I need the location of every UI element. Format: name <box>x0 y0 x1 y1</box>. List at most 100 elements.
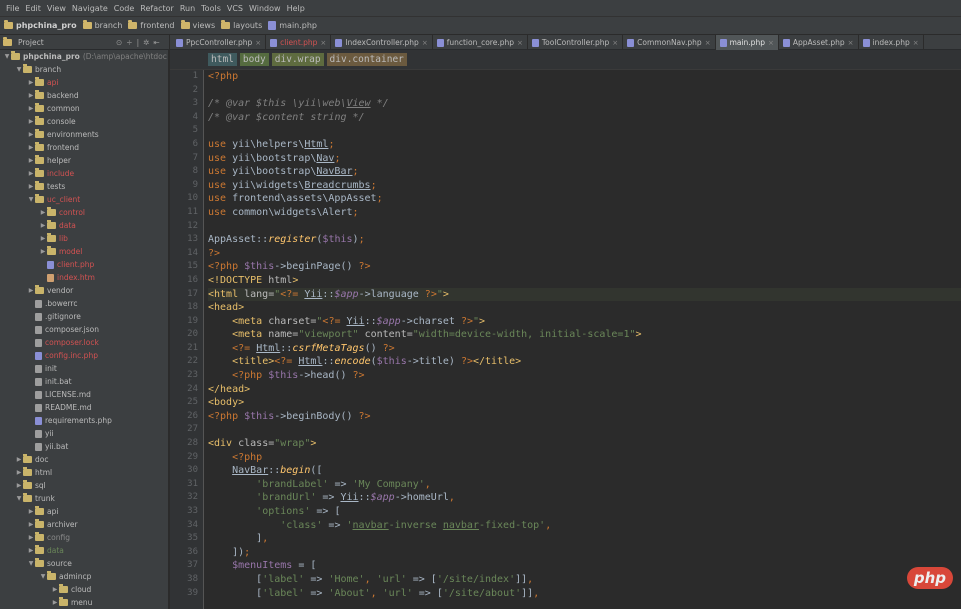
breadcrumb-item[interactable]: layouts <box>221 20 262 30</box>
tag-crumb-div-container[interactable]: div.container <box>326 53 407 66</box>
tree-item[interactable]: ▶ sql <box>0 479 168 492</box>
menu-view[interactable]: View <box>44 0 69 17</box>
code-line[interactable]: 1 <?php <box>193 70 961 84</box>
code-line[interactable]: 34 'class' => 'navbar-inverse navbar-fix… <box>187 519 961 533</box>
tree-item[interactable]: ▶ control <box>0 206 168 219</box>
collapsed-arrow-icon[interactable]: ▶ <box>51 586 59 593</box>
tree-item[interactable]: ▶ data <box>0 219 168 232</box>
expanded-arrow-icon[interactable]: ▼ <box>15 66 23 73</box>
code-line[interactable]: 7 use yii\bootstrap\Nav; <box>193 152 961 166</box>
collapsed-arrow-icon[interactable]: ▶ <box>27 105 35 112</box>
code-line[interactable]: 15 <?php $this->beginPage() ?> <box>187 260 961 274</box>
tree-item[interactable]: ▼ uc_client <box>0 193 168 206</box>
collapsed-arrow-icon[interactable]: ▶ <box>27 183 35 190</box>
close-icon[interactable]: × <box>422 39 428 47</box>
menu-refactor[interactable]: Refactor <box>137 0 177 17</box>
code-line[interactable]: 33 'options' => [ <box>187 505 961 519</box>
tag-crumb-body[interactable]: body <box>239 53 269 66</box>
expanded-arrow-icon[interactable]: ▼ <box>39 573 47 580</box>
code-line[interactable]: 8 use yii\bootstrap\NavBar; <box>193 165 961 179</box>
tree-item[interactable]: client.php <box>0 258 168 271</box>
tree-item[interactable]: requirements.php <box>0 414 168 427</box>
tree-item[interactable]: ▶ helper <box>0 154 168 167</box>
tab-ppccontroller-php[interactable]: PpcController.php × <box>172 35 267 50</box>
tree-item[interactable]: ▶ console <box>0 115 168 128</box>
code-line[interactable]: 35 ], <box>187 532 961 546</box>
tag-crumb-html[interactable]: html <box>208 53 237 66</box>
code-editor[interactable]: html body div.wrap div.container 1 <?php 2 3/*… <box>170 50 961 609</box>
code-line[interactable]: 2 <box>193 84 961 98</box>
breadcrumb-item[interactable]: phpchina_pro <box>4 20 77 30</box>
menu-vcs[interactable]: VCS <box>224 0 246 17</box>
collapsed-arrow-icon[interactable]: ▶ <box>27 534 35 541</box>
collapsed-arrow-icon[interactable]: ▶ <box>27 287 35 294</box>
code-line[interactable]: 20 <meta name="viewport" content="width=… <box>187 328 961 342</box>
code-line[interactable]: 38 ['label' => 'Home', 'url' => ['/site/… <box>187 573 961 587</box>
tree-item[interactable]: ▼ trunk <box>0 492 168 505</box>
tree-item[interactable]: ▶ data <box>0 544 168 557</box>
split-icon[interactable]: | <box>137 38 140 47</box>
collapsed-arrow-icon[interactable]: ▶ <box>27 144 35 151</box>
expanded-arrow-icon[interactable]: ▼ <box>27 196 35 203</box>
tree-item[interactable]: ▶ lib <box>0 232 168 245</box>
collapsed-arrow-icon[interactable]: ▶ <box>27 118 35 125</box>
tree-item[interactable]: ▶ doc <box>0 453 168 466</box>
tree-item[interactable]: composer.lock <box>0 336 168 349</box>
tree-item[interactable]: yii.bat <box>0 440 168 453</box>
breadcrumb-item[interactable]: views <box>180 20 215 30</box>
close-icon[interactable]: × <box>612 39 618 47</box>
code-line[interactable]: 25 <body> <box>187 396 961 410</box>
tree-item[interactable]: ▼ source <box>0 557 168 570</box>
tree-item[interactable]: ▼ phpchina_pro (D:\amp\apache\htdoc <box>0 50 168 63</box>
tree-item[interactable]: ▶ api <box>0 505 168 518</box>
code-line[interactable]: 22 <title><?= Html::encode($this->title)… <box>187 355 961 369</box>
locate-icon[interactable]: ⊙ <box>116 38 122 47</box>
tree-item[interactable]: .gitignore <box>0 310 168 323</box>
code-line[interactable]: 24 </head> <box>187 383 961 397</box>
collapsed-arrow-icon[interactable]: ▶ <box>27 521 35 528</box>
menu-navigate[interactable]: Navigate <box>69 0 111 17</box>
collapsed-arrow-icon[interactable]: ▶ <box>27 170 35 177</box>
code-line[interactable]: 5 <box>193 124 961 138</box>
menu-window[interactable]: Window <box>246 0 284 17</box>
tab-commonnav-php[interactable]: CommonNav.php × <box>623 35 716 50</box>
tree-item[interactable]: ▶ api <box>0 76 168 89</box>
expanded-arrow-icon[interactable]: ▼ <box>15 495 23 502</box>
close-icon[interactable]: × <box>255 39 261 47</box>
tab-function-core-php[interactable]: function_core.php × <box>433 35 528 50</box>
tree-item[interactable]: init <box>0 362 168 375</box>
tree-item[interactable]: LICENSE.md <box>0 388 168 401</box>
tree-item[interactable]: ▼ branch <box>0 63 168 76</box>
code-line[interactable]: 29 <?php <box>187 451 961 465</box>
code-line[interactable]: 12 <box>187 220 961 234</box>
menu-help[interactable]: Help <box>284 0 308 17</box>
menu-tools[interactable]: Tools <box>198 0 224 17</box>
collapsed-arrow-icon[interactable]: ▶ <box>15 469 23 476</box>
collapsed-arrow-icon[interactable]: ▶ <box>27 79 35 86</box>
collapsed-arrow-icon[interactable]: ▶ <box>15 456 23 463</box>
code-line[interactable]: 16 <!DOCTYPE html> <box>187 274 961 288</box>
tree-item[interactable]: ▶ frontend <box>0 141 168 154</box>
tab-client-php[interactable]: client.php × <box>266 35 332 50</box>
breadcrumb-item[interactable]: main.php <box>268 21 317 30</box>
tree-item[interactable]: ▶ environments <box>0 128 168 141</box>
collapsed-arrow-icon[interactable]: ▶ <box>39 222 47 229</box>
tab-appasset-php[interactable]: AppAsset.php × <box>779 35 859 50</box>
collapsed-arrow-icon[interactable]: ▶ <box>39 209 47 216</box>
menu-run[interactable]: Run <box>177 0 198 17</box>
close-icon[interactable]: × <box>320 39 326 47</box>
tab-main-php[interactable]: main.php × <box>715 35 779 50</box>
tree-item[interactable]: index.htm <box>0 271 168 284</box>
tree-item[interactable]: .bowerrc <box>0 297 168 310</box>
tree-item[interactable]: ▶ html <box>0 466 168 479</box>
collapsed-arrow-icon[interactable]: ▶ <box>39 235 47 242</box>
code-line[interactable]: 17 <html lang="<?= Yii::$app->language ?>… <box>187 287 961 302</box>
collapsed-arrow-icon[interactable]: ▶ <box>51 599 59 606</box>
tree-item[interactable]: ▶ common <box>0 102 168 115</box>
collapsed-arrow-icon[interactable]: ▶ <box>27 547 35 554</box>
tab-toolcontroller-php[interactable]: ToolController.php × <box>528 35 624 50</box>
tree-item[interactable]: ▶ config <box>0 531 168 544</box>
code-line[interactable]: 6 use yii\helpers\Html; <box>193 138 961 152</box>
close-icon[interactable]: × <box>913 39 919 47</box>
code-line[interactable]: 9 use yii\widgets\Breadcrumbs; <box>193 179 961 193</box>
